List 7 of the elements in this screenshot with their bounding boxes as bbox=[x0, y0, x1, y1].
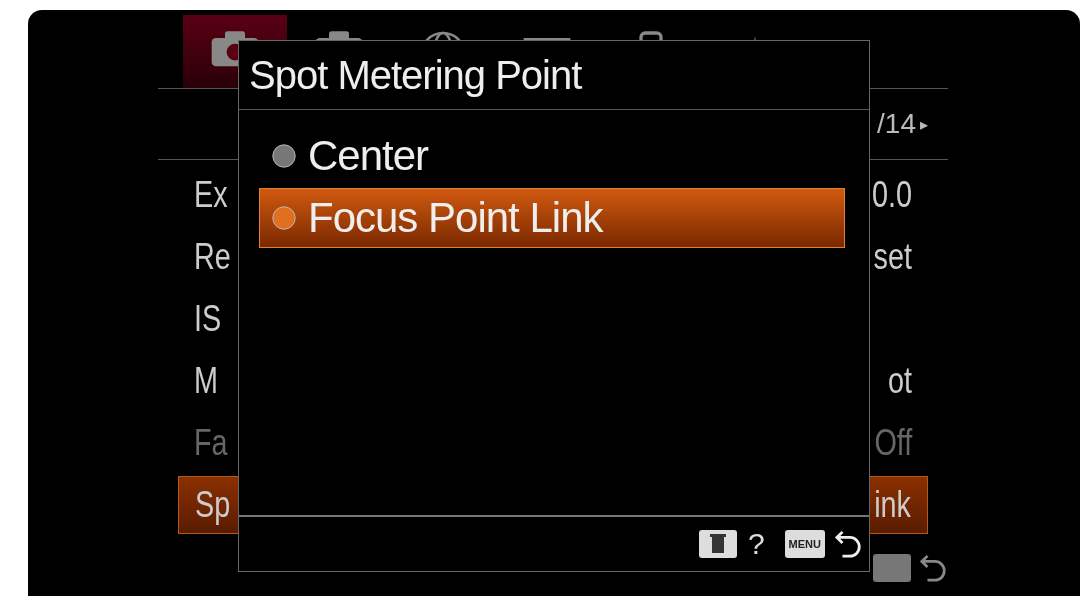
dialog-title: Spot Metering Point bbox=[239, 41, 869, 110]
option-item[interactable]: Center bbox=[259, 126, 845, 186]
next-arrow[interactable]: ▸ bbox=[920, 114, 928, 134]
option-item[interactable]: Focus Point Link bbox=[259, 188, 845, 248]
page-indicator: /14 bbox=[877, 108, 916, 140]
help-label: ? bbox=[747, 527, 765, 561]
menu-key[interactable]: MENU bbox=[784, 530, 825, 558]
